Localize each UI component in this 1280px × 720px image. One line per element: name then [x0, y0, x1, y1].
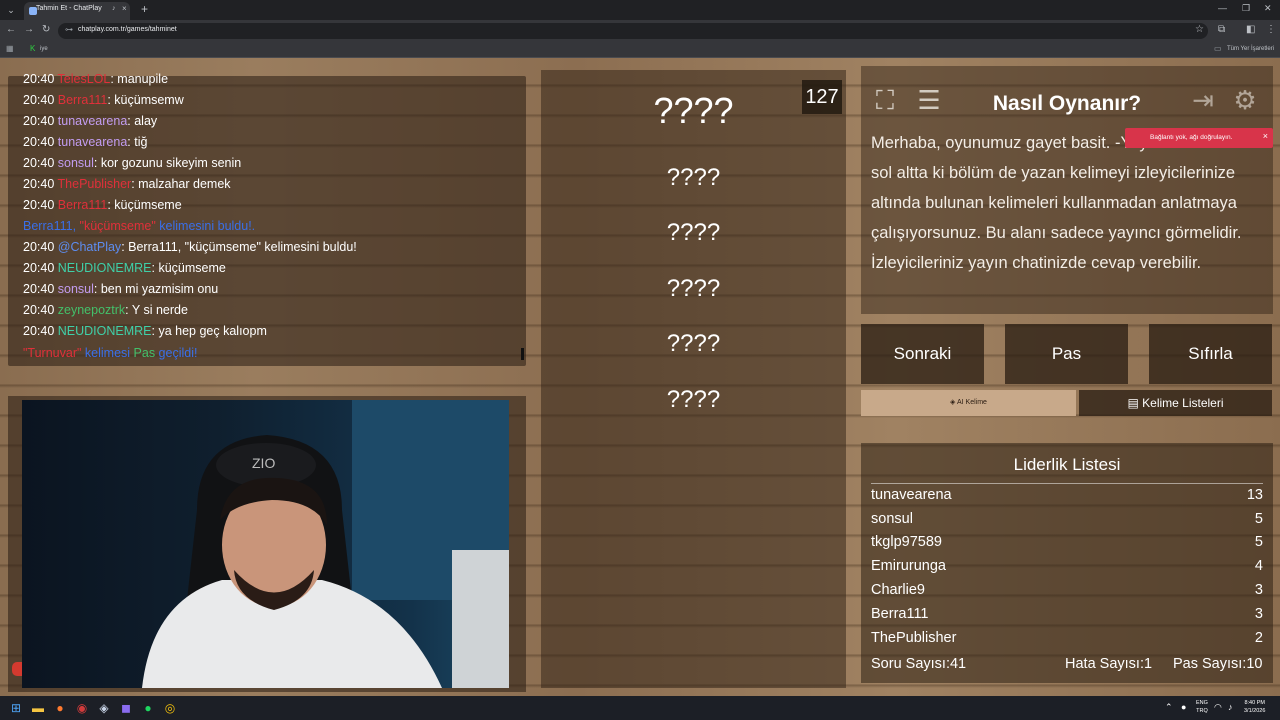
- wifi-icon[interactable]: ◠: [1214, 702, 1222, 713]
- site-info-icon[interactable]: ⊶: [65, 25, 73, 34]
- how-to-play-panel: ⛶ ☰ Nasıl Oynanır? ⇥ ⚙ Merhaba, oyunumuz…: [861, 66, 1273, 314]
- tab-title: Tahmin Et - ChatPlay: [36, 5, 102, 12]
- forbidden-word: ????: [666, 275, 721, 302]
- extensions-icon[interactable]: ⧉: [1218, 24, 1225, 35]
- new-tab-icon[interactable]: +: [141, 2, 148, 16]
- ai-word-button[interactable]: ◈ AI Kelime: [861, 390, 1076, 416]
- webcam-feed: ZIO: [22, 400, 509, 688]
- settings-gear-icon[interactable]: ⚙: [1229, 84, 1261, 116]
- browser-tab[interactable]: Tahmin Et - ChatPlay ♪ ×: [24, 2, 130, 20]
- forward-icon[interactable]: →: [24, 24, 34, 35]
- volume-icon[interactable]: ♪: [1228, 702, 1233, 712]
- start-icon[interactable]: ⊞: [8, 700, 24, 716]
- toast-close-icon[interactable]: ×: [1263, 131, 1268, 141]
- chrome-icon[interactable]: ◎: [162, 700, 178, 716]
- chat-message: 20:40 NEUDIONEMRE: ya hep geç kalıopm: [23, 324, 267, 338]
- file-explorer-icon[interactable]: ▬: [30, 700, 46, 716]
- microphone-icon[interactable]: ●: [1181, 702, 1186, 712]
- back-icon[interactable]: ←: [6, 24, 16, 35]
- bookmark-favicon-icon[interactable]: K: [30, 44, 35, 53]
- apps-grid-icon[interactable]: ▦: [6, 44, 14, 53]
- screen: ⌄ Tahmin Et - ChatPlay ♪ × + — ❐ ✕ ← → ↻…: [0, 0, 1280, 720]
- pass-count: Pas Sayısı:10: [1173, 656, 1263, 672]
- leaderboard-row: tunavearena 13: [871, 487, 1263, 503]
- target-word: ????: [653, 90, 734, 131]
- error-count: Hata Sayısı:1: [1065, 656, 1153, 672]
- chat-system-pass: "Turnuvar" kelimesi Pas geçildi!: [23, 346, 198, 360]
- record-indicator-icon: [12, 662, 22, 676]
- ai-icon: ◈: [950, 399, 957, 406]
- firefox-icon[interactable]: ●: [52, 700, 68, 716]
- leaderboard-panel: Liderlik Listesi tunavearena 13 sonsul 5 t…: [861, 443, 1273, 683]
- logout-icon[interactable]: ⇥: [1187, 84, 1219, 116]
- folder-icon[interactable]: ▭: [1214, 44, 1222, 53]
- game-page: 20:40 TelesLOL: manupile 20:40 Berra111:…: [0, 58, 1280, 696]
- chat-message: 20:40 sonsul: ben mi yazmisim onu: [23, 282, 219, 296]
- leaderboard-row: sonsul 5: [871, 511, 1263, 527]
- windows-taskbar: ⊞ ▬ ● ◉ ◈ ◼ ● ◎ ⌃ ● ENG TRQ ◠ ♪ 8:40 PM 3/…: [0, 696, 1280, 720]
- leaderboard-row: Emirurunga 4: [871, 558, 1263, 574]
- svg-text:ZIO: ZIO: [252, 455, 275, 471]
- bookmarks-bar: ▦ K iye ▭ Tüm Yer İşaretleri: [0, 42, 1280, 58]
- chat-message: 20:40 sonsul: kor gozunu sikeyim senin: [23, 156, 242, 170]
- clock[interactable]: 8:40 PM 3/1/2026: [1244, 699, 1265, 715]
- profile-icon[interactable]: ◧: [1246, 24, 1255, 35]
- spotify-icon[interactable]: ●: [140, 700, 156, 716]
- leaderboard-title: Liderlik Listesi: [1013, 455, 1121, 474]
- question-count: Soru Sayısı:41: [871, 656, 967, 672]
- bookmark-item-label[interactable]: iye: [40, 46, 48, 52]
- forbidden-word: ????: [666, 386, 721, 413]
- chat-bot-message: 20:40 @ChatPlay: Berra111, "küçümseme" k…: [23, 240, 357, 254]
- word-lists-button[interactable]: ▤ Kelime Listeleri: [1079, 390, 1272, 416]
- browser-toolbar: ← → ↻ ⊶ chatplay.com.tr/games/tahminet ☆…: [0, 20, 1280, 42]
- chat-message: 20:40 tunavearena: alay: [23, 114, 158, 128]
- chat-system-found: Berra111, "küçümseme" kelimesini buldu!.: [23, 219, 256, 233]
- menu-icon[interactable]: ⋮: [1266, 24, 1276, 35]
- chat-message: 20:40 zeynepoztrk: Y si nerde: [23, 303, 188, 317]
- all-bookmarks-label[interactable]: Tüm Yer İşaretleri: [1227, 46, 1274, 52]
- minimize-icon[interactable]: —: [1218, 3, 1227, 13]
- steam-icon[interactable]: ◈: [96, 700, 112, 716]
- forbidden-word: ????: [666, 219, 721, 246]
- chat-message: 20:40 NEUDIONEMRE: küçümseme: [23, 261, 226, 275]
- chat-message: 20:40 tunavearena: tiğ: [23, 135, 148, 149]
- reload-icon[interactable]: ↻: [42, 24, 50, 35]
- chat-message: 20:40 Berra111: küçümsemw: [23, 93, 184, 107]
- restore-icon[interactable]: ❐: [1242, 3, 1250, 14]
- browser-tab-bar: ⌄ Tahmin Et - ChatPlay ♪ × + — ❐ ✕: [0, 0, 1280, 20]
- divider: [871, 483, 1263, 484]
- chat-message: 20:40 Berra111: küçümseme: [23, 198, 182, 212]
- leaderboard-row: tkglp97589 5: [871, 534, 1263, 550]
- reset-button[interactable]: Sıfırla: [1149, 324, 1272, 384]
- url-text: chatplay.com.tr/games/tahminet: [78, 26, 177, 33]
- toast-message: Bağlantı yok, ağı doğrulayın.: [1150, 134, 1233, 141]
- chat-message: 20:40 TelesLOL: manupile: [23, 72, 169, 86]
- forbidden-word: ????: [666, 330, 721, 357]
- app-icon[interactable]: ◉: [74, 700, 90, 716]
- bookmark-star-icon[interactable]: ☆: [1195, 24, 1204, 35]
- chat-scrollbar[interactable]: [521, 348, 524, 360]
- discord-icon[interactable]: ◼: [118, 700, 134, 716]
- timer-counter: 127: [802, 80, 842, 114]
- language-indicator[interactable]: ENG TRQ: [1196, 699, 1208, 715]
- address-bar[interactable]: ⊶ chatplay.com.tr/games/tahminet ☆: [58, 23, 1208, 39]
- tab-search-icon[interactable]: ⌄: [4, 3, 18, 17]
- streamer-image: ZIO: [142, 400, 509, 688]
- how-to-play-text: Merhaba, oyunumuz gayet basit. -Yayıncı …: [871, 134, 1257, 272]
- leaderboard-row: ThePublisher 2: [871, 630, 1263, 646]
- forbidden-word: ????: [666, 164, 721, 191]
- close-window-icon[interactable]: ✕: [1264, 3, 1272, 14]
- words-panel: ???? ???? ???? ???? ???? ???? 127: [541, 70, 846, 688]
- leaderboard-row: Berra111 3: [871, 606, 1263, 622]
- connection-error-toast: Bağlantı yok, ağı doğrulayın. ×: [1125, 128, 1273, 148]
- tray-chevron-icon[interactable]: ⌃: [1165, 702, 1173, 713]
- speaker-icon[interactable]: ♪: [112, 5, 116, 12]
- next-button[interactable]: Sonraki: [861, 324, 984, 384]
- chat-message: 20:40 ThePublisher: malzahar demek: [23, 177, 231, 191]
- leaderboard-row: Charlie9 3: [871, 582, 1263, 598]
- list-icon: ▤: [1127, 396, 1143, 410]
- close-tab-icon[interactable]: ×: [122, 4, 127, 13]
- pass-button[interactable]: Pas: [1005, 324, 1128, 384]
